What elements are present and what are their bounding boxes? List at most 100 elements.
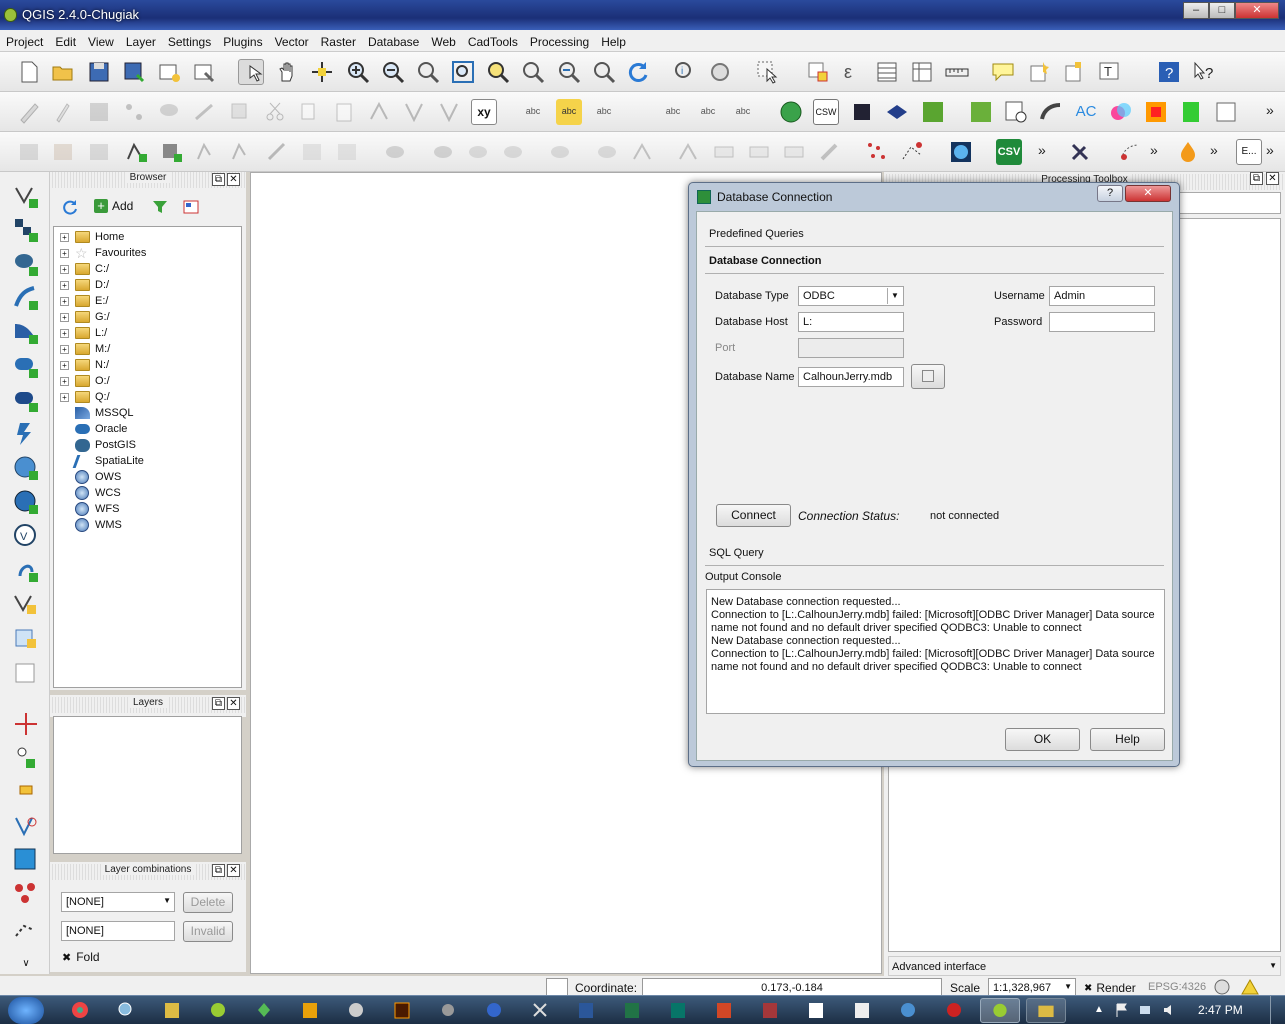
move-feature-icon[interactable] (156, 99, 182, 125)
layer-combination-select[interactable]: [NONE] ▼ (61, 892, 175, 912)
toggle-extents-icon[interactable] (546, 978, 568, 996)
tray-volume-icon[interactable] (1162, 1002, 1178, 1018)
delete-selected-icon[interactable] (227, 99, 253, 125)
add-ring-icon[interactable] (382, 139, 408, 165)
flame-plugin-icon[interactable] (1175, 139, 1201, 165)
show-bookmarks-icon[interactable] (1061, 59, 1087, 85)
delete-combination-button[interactable]: Delete (183, 892, 233, 913)
touch-zoom-icon[interactable] (238, 59, 264, 85)
text-annotation-icon[interactable]: T (1097, 59, 1123, 85)
expand-icon[interactable]: + (60, 360, 69, 370)
vertex-icon[interactable] (401, 99, 427, 125)
merge-icon[interactable] (16, 139, 42, 165)
select-icon[interactable] (755, 59, 781, 85)
zoom-to-layer-icon[interactable] (485, 59, 511, 85)
browser-item-wms[interactable]: WMS (60, 517, 122, 533)
add-virtual-layer-icon[interactable] (12, 556, 40, 584)
expand-icon[interactable]: + (60, 296, 69, 306)
new-spatialite-icon[interactable] (12, 624, 40, 652)
toolbar-row3-more-3[interactable]: » (1210, 142, 1218, 158)
color-circles-icon[interactable] (1108, 99, 1134, 125)
whats-this-icon[interactable]: ? (1191, 59, 1217, 85)
layers-float-button[interactable]: ⧉ (212, 697, 225, 710)
percent-plugin-icon[interactable] (1038, 99, 1064, 125)
attribute-table-icon[interactable] (874, 59, 900, 85)
line-layer-icon[interactable] (12, 914, 40, 942)
heatmap-icon[interactable] (1143, 99, 1169, 125)
database-type-select[interactable]: ODBC ▼ (798, 286, 904, 306)
taskbar-publisher-icon[interactable] (658, 998, 698, 1023)
zoom-to-selection-icon[interactable] (520, 59, 546, 85)
layer-stack-icon[interactable] (86, 139, 112, 165)
menu-processing[interactable]: Processing (524, 30, 595, 49)
taskbar-tools-icon[interactable] (520, 998, 560, 1023)
vertex-add-icon[interactable] (436, 99, 462, 125)
add-oracle-layer-icon[interactable] (12, 352, 40, 380)
messages-warning-icon[interactable] (1240, 978, 1260, 996)
save-edits-icon[interactable] (86, 99, 112, 125)
green-globe-icon[interactable] (778, 99, 804, 125)
browser-item-postgis[interactable]: PostGIS (60, 437, 136, 453)
browser-item-g[interactable]: + G:/ (60, 309, 110, 325)
menu-web[interactable]: Web (425, 30, 461, 49)
add-spatialite-layer-icon[interactable] (12, 284, 40, 312)
gps-tools-icon[interactable] (12, 812, 40, 840)
browser-filter-icon[interactable] (152, 199, 168, 215)
points-cluster-icon[interactable] (864, 139, 890, 165)
port-input[interactable] (798, 338, 904, 358)
help-icon[interactable]: ? (1156, 59, 1182, 85)
save-project-icon[interactable] (86, 59, 112, 85)
add-vector-layer-icon[interactable] (12, 182, 40, 210)
add-delimited-text-layer-icon[interactable]: V (12, 522, 40, 550)
menu-settings[interactable]: Settings (162, 30, 217, 49)
database-name-input[interactable]: CalhounJerry.mdb (798, 367, 904, 387)
offset-icon[interactable] (299, 139, 325, 165)
tools-plugin-icon[interactable] (1067, 139, 1093, 165)
tray-network-icon[interactable] (1138, 1002, 1154, 1018)
taskbar-outlook-icon[interactable] (290, 998, 330, 1023)
layer-diamond-icon[interactable] (884, 99, 910, 125)
delete-ring-icon[interactable] (500, 139, 526, 165)
points-layer-icon[interactable] (12, 880, 40, 908)
scale-select[interactable]: 1:1,328,967 ▼ (988, 978, 1076, 996)
taskbar-browser-icon[interactable] (888, 998, 928, 1023)
zoom-native-icon[interactable] (415, 59, 441, 85)
split-features-icon[interactable] (676, 139, 702, 165)
label-tool-abc-6[interactable]: abc (730, 99, 756, 125)
merge-attributes-icon[interactable] (50, 139, 76, 165)
measure-icon[interactable] (944, 59, 970, 85)
browser-item-n[interactable]: + N:/ (60, 357, 109, 373)
browser-item-wcs[interactable]: WCS (60, 485, 121, 501)
browser-properties-icon[interactable] (183, 199, 199, 215)
pan-to-selection-icon[interactable] (309, 59, 335, 85)
label-tool-abc-4[interactable]: abc (660, 99, 686, 125)
taskbar-qgis-active-icon[interactable] (980, 998, 1020, 1023)
rotate-icon[interactable] (264, 139, 290, 165)
expand-icon[interactable]: + (60, 264, 69, 274)
pan-icon[interactable] (274, 59, 300, 85)
browser-item-home[interactable]: + Home (60, 229, 124, 245)
taskbar-powerpoint-icon[interactable] (704, 998, 744, 1023)
menu-layer[interactable]: Layer (120, 30, 162, 49)
browser-close-button[interactable]: ✕ (227, 173, 240, 186)
remove-layer-icon[interactable] (12, 660, 40, 688)
field-calculator-icon[interactable] (909, 59, 935, 85)
browser-item-d[interactable]: + D:/ (60, 277, 109, 293)
browser-item-wfs[interactable]: WFS (60, 501, 119, 517)
label-tool-abc-1[interactable]: abc (520, 99, 546, 125)
menu-plugins[interactable]: Plugins (217, 30, 268, 49)
browser-float-button[interactable]: ⧉ (212, 173, 225, 186)
browser-item-favourites[interactable]: + ☆ Favourites (60, 245, 146, 261)
menu-edit[interactable]: Edit (49, 30, 82, 49)
paste-features-icon[interactable] (332, 99, 358, 125)
add-db2-layer-icon[interactable] (12, 386, 40, 414)
refresh-icon[interactable] (625, 59, 651, 85)
expand-icon[interactable]: + (60, 344, 69, 354)
expand-icon[interactable]: + (60, 328, 69, 338)
expand-icon[interactable]: + (60, 392, 69, 402)
maximize-button[interactable]: □ (1209, 2, 1235, 19)
browser-item-c[interactable]: + C:/ (60, 261, 109, 277)
username-input[interactable]: Admin (1049, 286, 1155, 306)
show-desktop-button[interactable] (1270, 996, 1285, 1024)
reshape-icon[interactable] (229, 139, 255, 165)
